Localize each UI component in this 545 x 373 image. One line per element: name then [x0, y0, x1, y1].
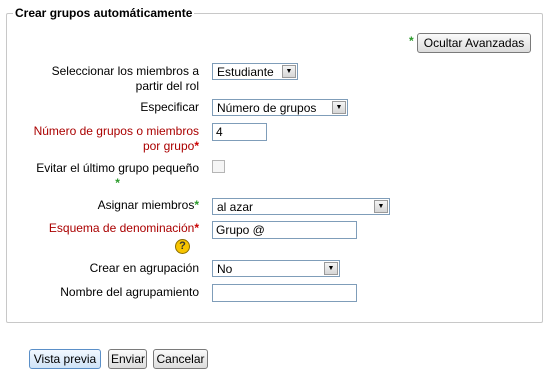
question-mark-icon[interactable]: ? — [175, 239, 190, 254]
grouping-name-label: Nombre del agrupamiento — [60, 285, 199, 299]
fieldset-legend: Crear grupos automáticamente — [13, 6, 195, 20]
role-select-value: Estudiante — [217, 65, 274, 79]
specify-label: Especificar — [140, 100, 199, 114]
advanced-marker: * — [409, 34, 414, 48]
required-marker: * — [194, 139, 199, 153]
specify-select[interactable]: Número de grupos ▼ — [212, 99, 348, 116]
allocation-select-value: al azar — [217, 200, 254, 214]
advanced-marker: * — [194, 198, 199, 212]
hide-advanced-button[interactable]: Ocultar Avanzadas — [417, 33, 531, 53]
chevron-down-icon: ▼ — [282, 65, 296, 78]
grouping-select[interactable]: No ▼ — [212, 260, 340, 277]
preview-button[interactable]: Vista previa — [29, 349, 101, 369]
number-input[interactable]: 4 — [212, 123, 267, 141]
allocation-select[interactable]: al azar ▼ — [212, 198, 390, 215]
naming-input[interactable]: Grupo @ — [212, 221, 357, 239]
chevron-down-icon: ▼ — [332, 101, 346, 114]
required-marker: * — [194, 221, 199, 235]
nosmall-label: Evitar el último grupo pequeño * — [36, 161, 199, 190]
advanced-marker: * — [115, 176, 120, 190]
grouping-name-input[interactable] — [212, 284, 357, 302]
role-label: Seleccionar los miembros a partir del ro… — [51, 64, 199, 93]
grouping-select-value: No — [217, 262, 233, 276]
grouping-label: Crear en agrupación — [89, 261, 199, 275]
number-label: Número de grupos o miembros por grupo* — [33, 124, 199, 153]
chevron-down-icon: ▼ — [374, 200, 388, 213]
role-select[interactable]: Estudiante ▼ — [212, 63, 298, 80]
chevron-down-icon: ▼ — [324, 262, 338, 275]
allocation-label: Asignar miembros* — [97, 198, 199, 212]
submit-button[interactable]: Enviar — [108, 349, 147, 369]
specify-select-value: Número de grupos — [217, 101, 317, 115]
naming-label: Esquema de denominación* — [48, 221, 199, 235]
nosmall-checkbox[interactable] — [212, 160, 225, 173]
cancel-button[interactable]: Cancelar — [153, 349, 208, 369]
